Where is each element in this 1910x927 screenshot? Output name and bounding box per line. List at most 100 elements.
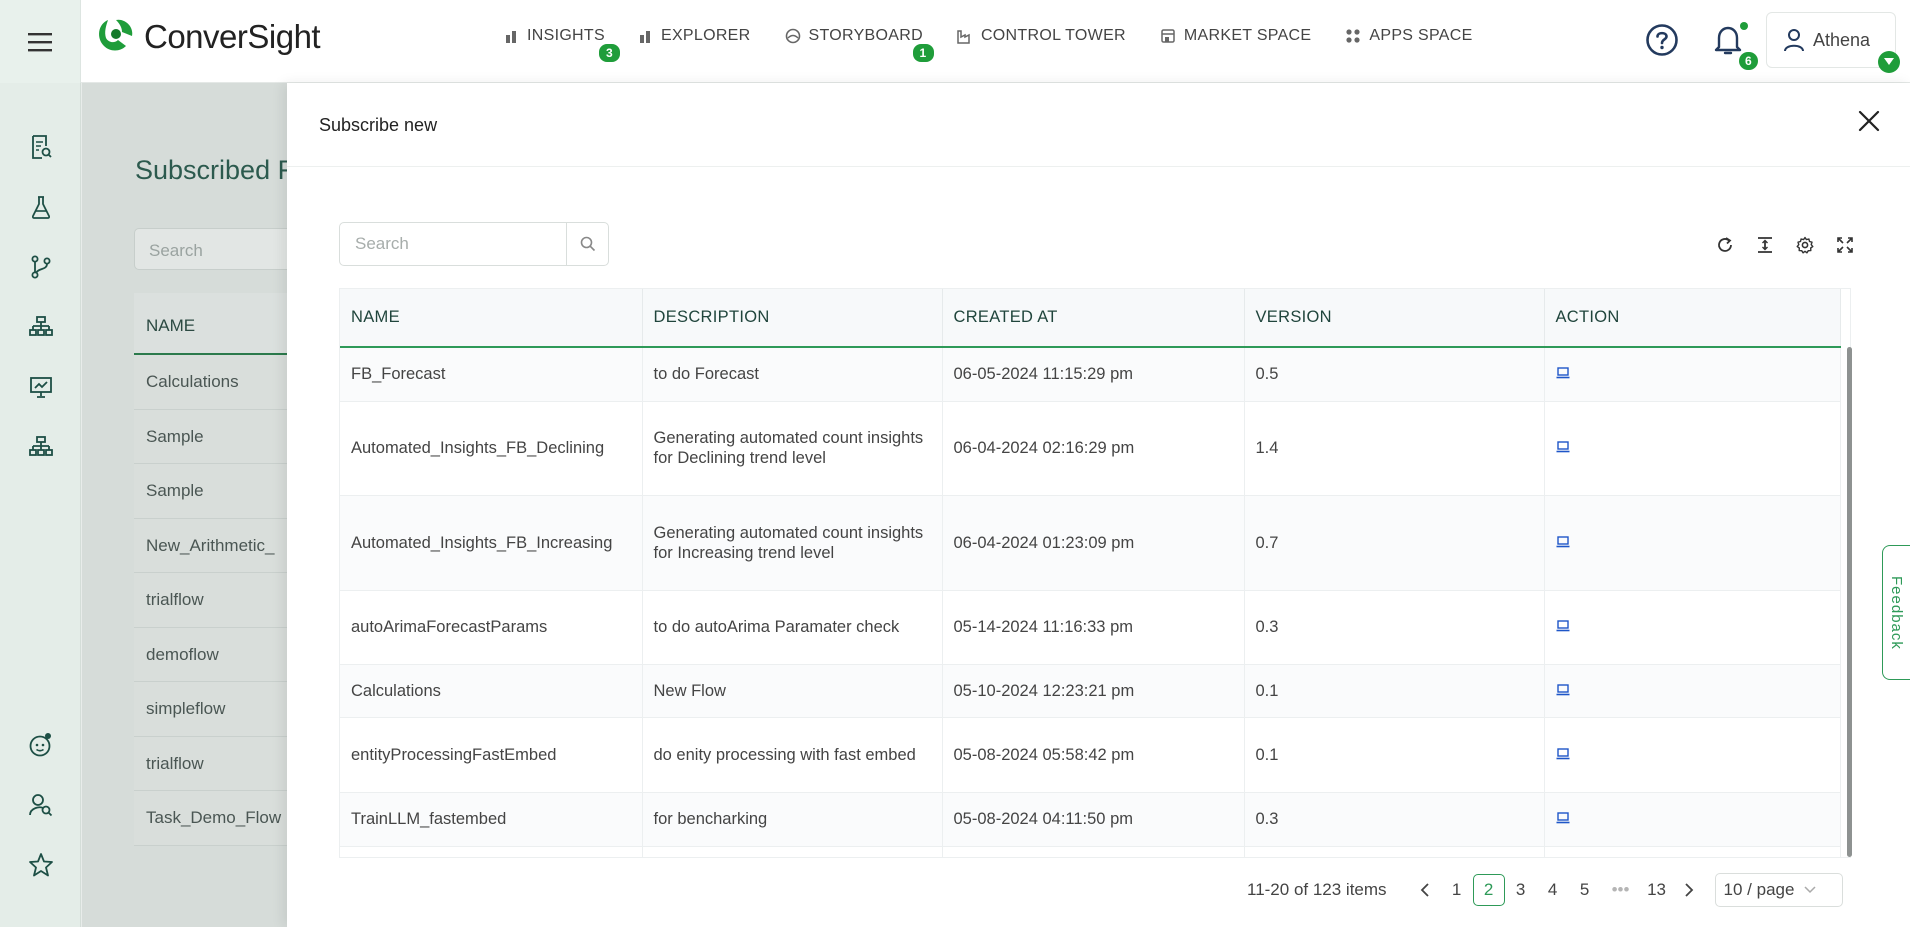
settings-button[interactable] — [1785, 233, 1825, 257]
subscribe-action-button[interactable] — [1556, 534, 1570, 552]
laptop-icon — [1556, 535, 1569, 547]
cell-action — [1544, 717, 1841, 793]
flask-icon — [31, 196, 51, 219]
column-header-created-at[interactable]: CREATED AT — [942, 289, 1245, 348]
cell-version: 0.7 — [1244, 495, 1545, 591]
reload-icon — [1718, 237, 1732, 252]
column-header-version[interactable]: VERSION — [1244, 289, 1545, 348]
table-row: entityProcessingFastEmbed do enity proce… — [340, 717, 1841, 793]
subscribe-action-button[interactable] — [1556, 365, 1570, 383]
caret-down-icon — [1884, 58, 1894, 65]
sidebar-item-presentation[interactable] — [27, 373, 55, 401]
reload-button[interactable] — [1705, 233, 1745, 257]
laptop-icon — [1556, 620, 1569, 632]
subscribe-action-button[interactable] — [1556, 746, 1570, 764]
nav-explorer[interactable]: EXPLORER — [639, 27, 751, 45]
cell-action — [1544, 664, 1841, 718]
search-input[interactable] — [340, 223, 566, 265]
sidebar-item-reports[interactable] — [27, 133, 55, 161]
page-2[interactable]: 2 — [1472, 874, 1505, 906]
search-button[interactable] — [566, 223, 608, 265]
subscribe-action-button[interactable] — [1556, 810, 1570, 828]
nav-apps-space[interactable]: APPS SPACE — [1345, 27, 1472, 45]
branch-icon — [31, 255, 51, 279]
sidebar-item-hierarchy-2[interactable] — [27, 433, 55, 461]
subscribe-new-drawer: Subscribe new NAME DESCR — [287, 83, 1910, 927]
next-page-button[interactable] — [1673, 874, 1705, 906]
sidebar-item-favorites[interactable] — [27, 851, 55, 879]
column-header-name[interactable]: NAME — [340, 289, 643, 348]
hierarchy-icon — [29, 436, 53, 456]
hamburger-icon — [28, 32, 52, 51]
nav-market-space[interactable]: MARKET SPACE — [1160, 27, 1311, 45]
cell-name: autoArimaForecastParams — [340, 590, 643, 665]
cell-action — [1544, 792, 1841, 847]
cell-created-at: 05-14-2024 11:16:33 pm — [942, 590, 1245, 665]
page-3[interactable]: 3 — [1505, 874, 1537, 906]
drawer-title: Subscribe new — [319, 115, 438, 135]
grid-icon — [1345, 28, 1361, 44]
column-header-action: ACTION — [1544, 289, 1841, 348]
page-1[interactable]: 1 — [1441, 874, 1473, 906]
cell-created-at: 05-08-2024 05:58:42 pm — [942, 717, 1245, 793]
page-13[interactable]: 13 — [1641, 874, 1673, 906]
page-jump-next[interactable]: ••• — [1601, 874, 1641, 906]
density-button[interactable] — [1745, 233, 1785, 257]
laptop-icon — [1556, 683, 1569, 695]
cell-created-at — [942, 846, 1245, 857]
search-box — [339, 222, 609, 266]
menu-button[interactable] — [0, 0, 81, 83]
table-row: FB_Forecast to do Forecast 06-05-2024 11… — [340, 347, 1841, 402]
sidebar-item-assistant[interactable] — [27, 731, 55, 759]
table-scrollbar[interactable] — [1847, 347, 1852, 857]
cell-action — [1544, 401, 1841, 496]
help-button[interactable] — [1645, 23, 1679, 62]
user-dropdown-toggle[interactable] — [1878, 51, 1900, 73]
sidebar-item-lab[interactable] — [27, 193, 55, 221]
prev-page-button[interactable] — [1409, 874, 1441, 906]
hierarchy-icon — [29, 316, 53, 336]
subscribe-action-button[interactable] — [1556, 682, 1570, 700]
user-menu[interactable]: Athena — [1766, 12, 1896, 68]
cell-created-at: 06-05-2024 11:15:29 pm — [942, 347, 1245, 402]
gear-icon — [1796, 236, 1814, 254]
cell-description: to do autoArima Paramater check — [642, 590, 943, 665]
nav-badge: 1 — [912, 44, 934, 62]
feedback-tab[interactable]: Feedback — [1882, 545, 1910, 680]
column-header-description[interactable]: DESCRIPTION — [642, 289, 943, 348]
notifications-button[interactable] — [1713, 23, 1743, 62]
page-size-select[interactable]: 10 / page — [1714, 873, 1843, 907]
page-5[interactable]: 5 — [1569, 874, 1601, 906]
sidebar-item-hierarchy[interactable] — [27, 313, 55, 341]
cell-description: do enity processing with fast embed — [642, 717, 943, 793]
nav-insights[interactable]: INSIGHTS 3 — [505, 27, 620, 62]
subscription-table: NAME DESCRIPTION CREATED AT VERSION ACTI… — [339, 288, 1851, 858]
chevron-left-icon — [1420, 883, 1429, 897]
notification-count-badge: 6 — [1739, 52, 1758, 70]
conversight-logo-icon — [99, 19, 133, 51]
close-button[interactable] — [1857, 109, 1881, 138]
factory-icon — [957, 28, 973, 44]
nav-label: EXPLORER — [660, 27, 751, 44]
fullscreen-button[interactable] — [1825, 233, 1865, 257]
search-icon — [580, 236, 595, 252]
page-4[interactable]: 4 — [1537, 874, 1569, 906]
sidebar-item-flows[interactable] — [27, 253, 55, 281]
bar-chart-icon — [639, 29, 653, 43]
sidebar-item-users[interactable] — [27, 791, 55, 819]
left-sidebar — [0, 83, 81, 927]
top-bar: ConverSight INSIGHTS 3 EXPLORER STORYBOA… — [0, 0, 1910, 83]
subscribe-action-button[interactable] — [1556, 439, 1570, 457]
drawer-header: Subscribe new — [287, 83, 1910, 167]
cell-description: Generating automated count insights for … — [642, 401, 943, 496]
subscribe-action-button[interactable] — [1556, 618, 1570, 636]
user-name: Athena — [1813, 29, 1871, 50]
cell-version: 0.5 — [1244, 347, 1545, 402]
nav-label: STORYBOARD — [808, 27, 923, 44]
bell-icon — [1714, 26, 1742, 55]
feedback-label: Feedback — [1888, 575, 1905, 650]
column-height-icon — [1758, 237, 1772, 253]
nav-control-tower[interactable]: CONTROL TOWER — [957, 27, 1126, 45]
logo[interactable]: ConverSight — [94, 16, 321, 58]
nav-storyboard[interactable]: STORYBOARD 1 — [785, 27, 934, 62]
